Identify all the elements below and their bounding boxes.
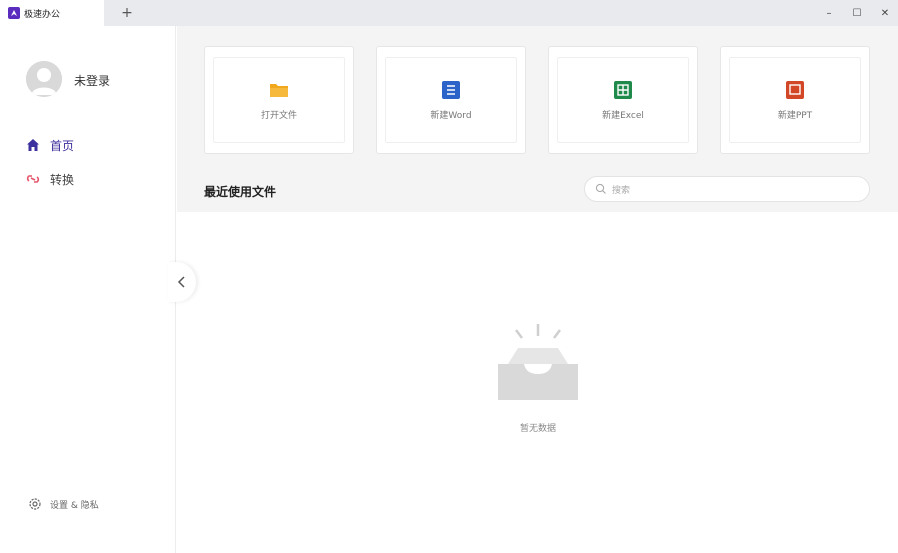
app-tab[interactable]: 极速办公 [0,0,104,26]
convert-icon [26,172,40,186]
new-tab-button[interactable]: + [118,4,136,22]
ppt-icon [786,80,804,99]
app-logo-icon [8,7,20,19]
maximize-button[interactable]: ☐ [848,4,866,22]
username-label[interactable]: 未登录 [74,72,110,89]
card-label: 新建Excel [602,110,644,121]
search-icon [595,183,606,194]
recent-files-title: 最近使用文件 [204,185,277,199]
settings-label: 设置 & 隐私 [50,500,99,511]
settings-privacy-button[interactable]: 设置 & 隐私 [28,497,99,511]
new-word-card[interactable]: 新建Word [376,46,526,154]
collapse-sidebar-button[interactable] [168,262,196,302]
card-label: 新建Word [430,110,472,121]
excel-icon [614,80,632,99]
sidebar-item-label: 首页 [50,138,75,153]
avatar[interactable] [26,61,62,97]
empty-state-illustration [490,322,586,406]
minimize-button[interactable]: – [820,4,838,22]
sidebar: 未登录 首页 转换 设置 & 隐私 [0,26,176,553]
card-label: 打开文件 [260,110,297,121]
new-ppt-card[interactable]: 新建PPT [720,46,870,154]
empty-box-icon [498,324,578,400]
gear-icon [28,497,42,511]
new-excel-card[interactable]: 新建Excel [548,46,698,154]
sidebar-item-label: 转换 [50,172,75,187]
sidebar-item-convert[interactable]: 转换 [26,170,74,188]
open-file-card[interactable]: 打开文件 [204,46,354,154]
close-button[interactable]: ✕ [876,4,894,22]
folder-icon [270,83,288,97]
main-header-area: 打开文件 新建Word 新建Excel 新建PPT 最近使用文件 搜索 [177,26,898,212]
chevron-left-icon [177,276,185,288]
title-bar: 极速办公 + – ☐ ✕ [0,0,898,26]
search-input[interactable]: 搜索 [584,176,870,202]
empty-state-text: 暂无数据 [519,424,556,434]
tab-title: 极速办公 [24,9,61,20]
user-avatar-icon [26,61,62,97]
search-placeholder: 搜索 [612,185,631,196]
card-label: 新建PPT [777,110,813,121]
word-icon [442,80,460,99]
home-icon [26,138,40,152]
sidebar-item-home[interactable]: 首页 [26,136,74,154]
